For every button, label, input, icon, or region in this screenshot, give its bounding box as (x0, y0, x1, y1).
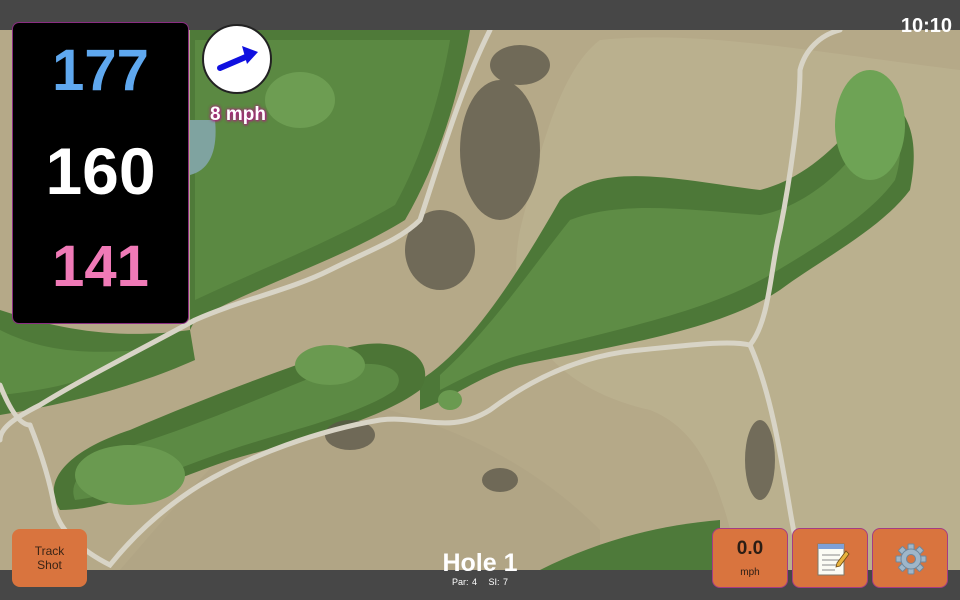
scorecard-notes-button[interactable] (792, 528, 868, 588)
speed-unit: mph (740, 567, 760, 578)
center-distance: 160 (45, 134, 156, 208)
speed-button[interactable]: 0.0 mph (712, 528, 788, 588)
gear-icon (895, 543, 927, 575)
track-shot-label-line1: Track (34, 544, 65, 558)
front-distance: 141 (52, 234, 149, 299)
settings-button[interactable] (872, 528, 948, 588)
hole-info: Par: 4 SI: 7 (380, 577, 580, 587)
wind-arrow-icon (217, 46, 258, 71)
hole-stroke-index: SI: 7 (488, 577, 509, 587)
hole-par: Par: 4 (451, 577, 477, 587)
speed-value: 0.0 (736, 538, 764, 559)
hole-title: Hole 1 (442, 549, 518, 577)
wind-speed: 8 mph (210, 104, 266, 125)
distance-panel: 177 160 141 (12, 22, 189, 324)
track-shot-button[interactable]: Track Shot (12, 529, 87, 587)
wind-direction-dial (202, 24, 272, 94)
notepad-icon (817, 543, 850, 576)
track-shot-label-line2: Shot (37, 558, 62, 572)
clock: 10:10 (900, 15, 952, 37)
back-distance: 177 (52, 38, 149, 103)
